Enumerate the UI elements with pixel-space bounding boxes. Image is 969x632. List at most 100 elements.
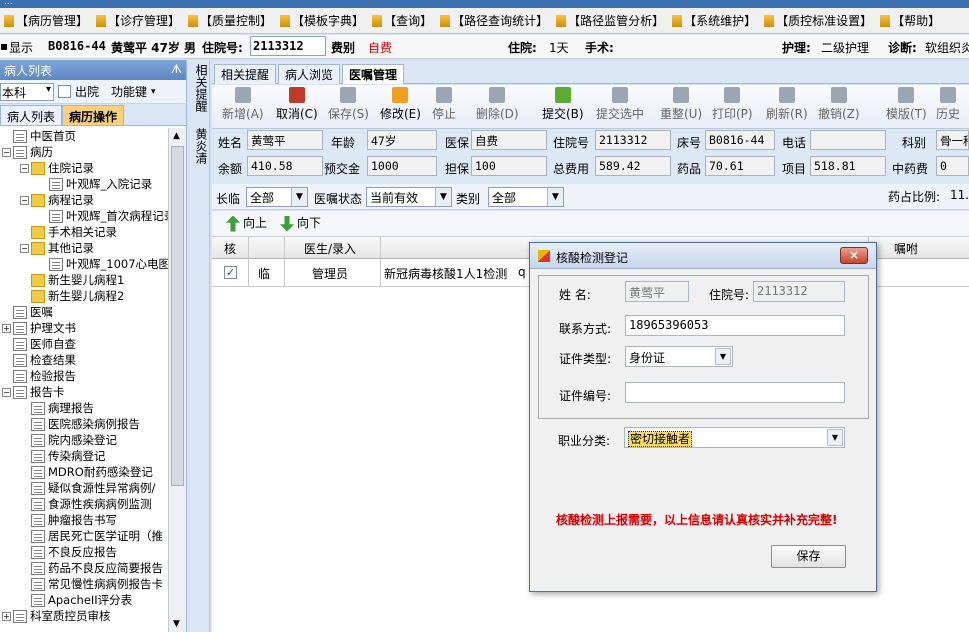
- menu-item[interactable]: 【质量控制】: [184, 12, 276, 29]
- tree-node[interactable]: 食源性疾病病例监测: [0, 496, 168, 512]
- toolbar-button[interactable]: 模版(T): [886, 87, 927, 122]
- toolbar-button[interactable]: 修改(E): [380, 87, 421, 122]
- dialog-idno-field[interactable]: [625, 382, 845, 403]
- toolbar-button[interactable]: 提交选中: [596, 87, 644, 122]
- toolbar-button[interactable]: 撤销(Z): [818, 87, 860, 122]
- tree-node[interactable]: 常见慢性病病例报告卡: [0, 576, 168, 592]
- tree-expander-icon[interactable]: −: [2, 148, 11, 157]
- toolbar-button[interactable]: 重整(U): [660, 87, 702, 122]
- tree-node[interactable]: MDRO耐药感染登记: [0, 464, 168, 480]
- dialog-idtype-select[interactable]: 身份证 ▼: [625, 346, 733, 367]
- tree-node[interactable]: + 护理文书: [0, 320, 168, 336]
- tree-node[interactable]: − 病历: [0, 144, 168, 160]
- tree-node[interactable]: − 病程记录: [0, 192, 168, 208]
- tab-patient-list[interactable]: 病人列表: [0, 105, 63, 125]
- chevron-down-icon[interactable]: ▼: [547, 188, 563, 206]
- tree-node[interactable]: 医院感染病例报告: [0, 416, 168, 432]
- tree-node[interactable]: − 报告卡: [0, 384, 168, 400]
- tree-node[interactable]: 手术相关记录: [0, 224, 168, 240]
- chevron-down-icon[interactable]: ▼: [291, 188, 307, 206]
- toolbar-button[interactable]: 停止: [432, 87, 456, 122]
- toolbar-button[interactable]: 删除(D): [476, 87, 519, 122]
- tree-node[interactable]: 检验报告: [0, 368, 168, 384]
- tree-node[interactable]: 医师自查: [0, 336, 168, 352]
- tree-node[interactable]: 院内感染登记: [0, 432, 168, 448]
- inpatient-number-input[interactable]: [250, 36, 326, 56]
- close-button[interactable]: ×: [840, 247, 868, 264]
- toolbar-button[interactable]: 刷新(R): [766, 87, 808, 122]
- menu-item[interactable]: 【帮助】: [876, 12, 944, 29]
- tree-node[interactable]: − 其他记录: [0, 240, 168, 256]
- toolbar-button[interactable]: 历史: [936, 87, 960, 122]
- discharged-checkbox[interactable]: [58, 85, 71, 98]
- tree-node[interactable]: 叶观辉_入院记录: [0, 176, 168, 192]
- longterm-select[interactable]: 全部 ▼: [246, 187, 308, 207]
- tree-node[interactable]: ApacheII评分表: [0, 592, 168, 608]
- toolbar-button[interactable]: 取消(C): [276, 87, 318, 122]
- show-label[interactable]: 显示: [9, 39, 33, 56]
- tab-order-management[interactable]: 医嘱管理: [342, 64, 405, 84]
- tree-node[interactable]: 医嘱: [0, 304, 168, 320]
- dialog-job-select[interactable]: 密切接触者 ▼: [624, 427, 845, 448]
- menu-item[interactable]: 【质控标准设置】: [760, 12, 876, 29]
- category-select[interactable]: 全部 ▼: [488, 187, 564, 207]
- menu-item[interactable]: 【病历管理】: [0, 12, 92, 29]
- scroll-up-icon[interactable]: ▲: [173, 131, 180, 141]
- side-reminder-label[interactable]: 相关提醒: [193, 64, 210, 112]
- tree-node[interactable]: 药品不良反应简要报告: [0, 560, 168, 576]
- dept-select[interactable]: 本科: [0, 82, 54, 101]
- move-up-button[interactable]: 向上: [226, 214, 267, 232]
- tree-expander-icon[interactable]: +: [2, 324, 11, 333]
- pin-icon[interactable]: ᗑ: [171, 62, 182, 77]
- toolbar-button[interactable]: 保存(S): [328, 87, 369, 122]
- tab-patient-browse[interactable]: 病人浏览: [278, 64, 341, 84]
- chevron-down-icon[interactable]: ▼: [435, 188, 451, 206]
- tree-expander-icon[interactable]: −: [20, 196, 29, 205]
- tree-expander-icon[interactable]: −: [2, 388, 11, 397]
- show-toggle-icon[interactable]: ▪: [0, 39, 8, 53]
- document-icon: [49, 178, 63, 191]
- move-down-button[interactable]: 向下: [280, 214, 321, 232]
- chevron-down-icon[interactable]: ▼: [827, 429, 843, 446]
- dialog-contact-field[interactable]: 18965396053: [625, 315, 845, 336]
- toolbar-button[interactable]: 提交(B): [542, 87, 584, 122]
- tree-node[interactable]: 不良反应报告: [0, 544, 168, 560]
- tree-node[interactable]: 疑似食源性异常病例/: [0, 480, 168, 496]
- tree-node[interactable]: 肿瘤报告书写: [0, 512, 168, 528]
- tree-node[interactable]: 居民死亡医学证明（推: [0, 528, 168, 544]
- menu-item[interactable]: 【诊疗管理】: [92, 12, 184, 29]
- function-keys-menu[interactable]: 功能键: [111, 83, 147, 100]
- tab-reminders[interactable]: 相关提醒: [214, 64, 277, 84]
- scroll-thumb[interactable]: [171, 146, 184, 486]
- save-button[interactable]: 保存: [771, 545, 846, 568]
- tree-node[interactable]: 新生婴儿病程2: [0, 288, 168, 304]
- grid-header-check: 核: [224, 242, 237, 256]
- order-status-select[interactable]: 当前有效 ▼: [366, 187, 452, 207]
- tree-node[interactable]: 检查结果: [0, 352, 168, 368]
- tree-node[interactable]: 叶观辉_1007心电图: [0, 256, 168, 272]
- chevron-down-icon[interactable]: ▾: [151, 87, 156, 97]
- tab-record-operations[interactable]: 病历操作: [62, 105, 125, 125]
- chevron-down-icon[interactable]: ▼: [715, 348, 731, 365]
- tree-node[interactable]: + 科室质控员审核: [0, 608, 168, 624]
- tree-node[interactable]: − 住院记录: [0, 160, 168, 176]
- tree-node[interactable]: 中医首页: [0, 128, 168, 144]
- tree-node[interactable]: 病理报告: [0, 400, 168, 416]
- tree-expander-icon[interactable]: −: [20, 244, 29, 253]
- menu-item[interactable]: 【查询】: [368, 12, 436, 29]
- menu-item[interactable]: 【路径查询统计】: [436, 12, 552, 29]
- tree-expander-icon[interactable]: −: [20, 164, 29, 173]
- menu-item[interactable]: 【模板字典】: [276, 12, 368, 29]
- toolbar-button[interactable]: 新增(A): [222, 87, 264, 122]
- toolbar-button[interactable]: 打印(P): [712, 87, 753, 122]
- row-checkbox[interactable]: ✓: [224, 266, 237, 279]
- tree-node[interactable]: 传染病登记: [0, 448, 168, 464]
- tree-expander-icon[interactable]: +: [2, 612, 11, 621]
- tree-node-label: MDRO耐药感染登记: [48, 465, 153, 479]
- menu-item[interactable]: 【系统维护】: [668, 12, 760, 29]
- scroll-down-icon[interactable]: ▼: [173, 619, 180, 629]
- tree-node[interactable]: 新生婴儿病程1: [0, 272, 168, 288]
- menu-item[interactable]: 【路径监管分析】: [552, 12, 668, 29]
- tree-scrollbar[interactable]: ▲ ▼: [168, 128, 186, 632]
- tree-node[interactable]: 叶观辉_首次病程记录: [0, 208, 168, 224]
